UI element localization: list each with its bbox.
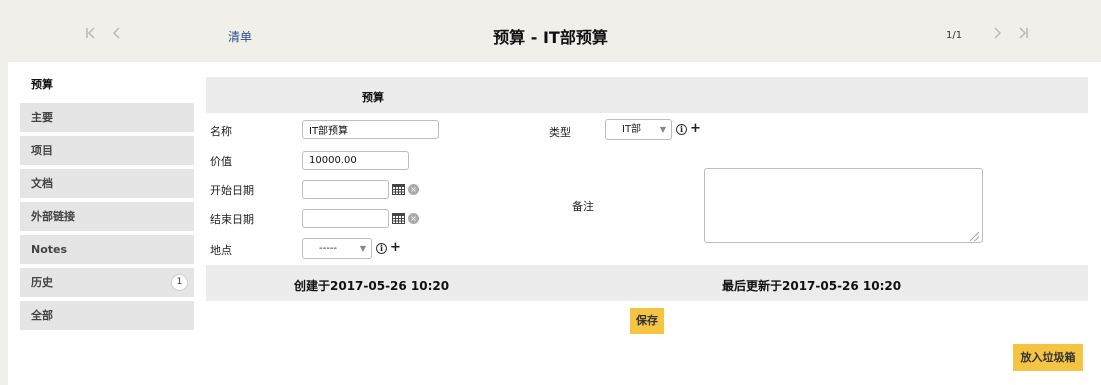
- dropdown-arrow-icon: ▼: [359, 244, 366, 253]
- value-label: 价值: [210, 155, 232, 168]
- move-to-trash-button[interactable]: 放入垃圾箱: [1013, 344, 1083, 371]
- page-title-text: 预算 - IT部预算: [493, 28, 608, 47]
- value-input[interactable]: [302, 151, 409, 170]
- top-bar: 清单 预算 - IT部预算 1/1: [0, 0, 1101, 60]
- end-date-input[interactable]: [302, 209, 389, 228]
- next-page-icon[interactable]: [990, 26, 1004, 42]
- pager: 1/1: [946, 30, 963, 41]
- comment-label: 备注: [572, 200, 594, 213]
- location-select-value: -----: [319, 243, 338, 254]
- calendar-icon[interactable]: [392, 212, 405, 224]
- sidebar-item-history[interactable]: 历史 1: [20, 268, 194, 297]
- form-header: 预算: [206, 77, 1088, 113]
- sidebar-item-main[interactable]: 主要: [20, 103, 194, 132]
- type-select[interactable]: IT部 ▼: [605, 119, 672, 140]
- info-icon[interactable]: i: [676, 124, 687, 135]
- calendar-icon[interactable]: [392, 183, 405, 195]
- dropdown-arrow-icon: ▼: [659, 125, 666, 134]
- created-timestamp: 创建于2017-05-26 10:20: [294, 279, 450, 293]
- history-count-badge: 1: [171, 274, 188, 291]
- clear-icon[interactable]: ×: [408, 184, 419, 195]
- sidebar-item-label: Notes: [31, 243, 68, 256]
- sidebar-item-label: 全部: [31, 309, 53, 322]
- sidebar-item-external-links[interactable]: 外部链接: [20, 202, 194, 231]
- list-link[interactable]: 清单: [228, 28, 252, 45]
- sidebar-item-projects[interactable]: 项目: [20, 136, 194, 165]
- sidebar-item-label: 主要: [31, 111, 53, 124]
- type-select-value: IT部: [622, 124, 642, 135]
- prev-page-icon[interactable]: [110, 26, 124, 42]
- first-page-icon[interactable]: [84, 26, 98, 42]
- sidebar-item-label: 预算: [31, 78, 53, 91]
- sidebar-item-budget[interactable]: 预算: [20, 70, 194, 99]
- resize-grip-icon[interactable]: [970, 232, 979, 241]
- type-label: 类型: [549, 126, 571, 139]
- start-date-input[interactable]: [302, 180, 389, 199]
- sidebar-item-all[interactable]: 全部: [20, 301, 194, 330]
- sidebar: 预算 主要 项目 文档 外部链接 Notes 历史 1 全部: [20, 70, 194, 334]
- location-select[interactable]: ----- ▼: [302, 238, 372, 259]
- clear-icon[interactable]: ×: [408, 213, 419, 224]
- sidebar-item-label: 历史: [31, 276, 53, 289]
- end-date-label: 结束日期: [210, 213, 254, 226]
- add-type-icon[interactable]: +: [690, 122, 701, 135]
- sidebar-item-notes[interactable]: Notes: [20, 235, 194, 264]
- comment-textarea[interactable]: [704, 168, 983, 243]
- page-title: 预算 - IT部预算: [0, 24, 1101, 48]
- sidebar-item-label: 文档: [31, 177, 53, 190]
- name-input[interactable]: [302, 120, 439, 139]
- last-page-icon[interactable]: [1016, 26, 1030, 42]
- form-footer: 创建于2017-05-26 10:20 最后更新于2017-05-26 10:2…: [206, 265, 1088, 301]
- updated-timestamp: 最后更新于2017-05-26 10:20: [722, 279, 902, 293]
- name-label: 名称: [210, 125, 232, 138]
- sidebar-item-label: 外部链接: [31, 210, 75, 223]
- location-label: 地点: [210, 244, 232, 257]
- sidebar-item-label: 项目: [31, 144, 53, 157]
- add-location-icon[interactable]: +: [390, 241, 401, 254]
- info-icon[interactable]: i: [376, 243, 387, 254]
- save-button[interactable]: 保存: [630, 308, 664, 334]
- start-date-label: 开始日期: [210, 184, 254, 197]
- sidebar-item-documents[interactable]: 文档: [20, 169, 194, 198]
- section-title: 预算: [362, 91, 384, 104]
